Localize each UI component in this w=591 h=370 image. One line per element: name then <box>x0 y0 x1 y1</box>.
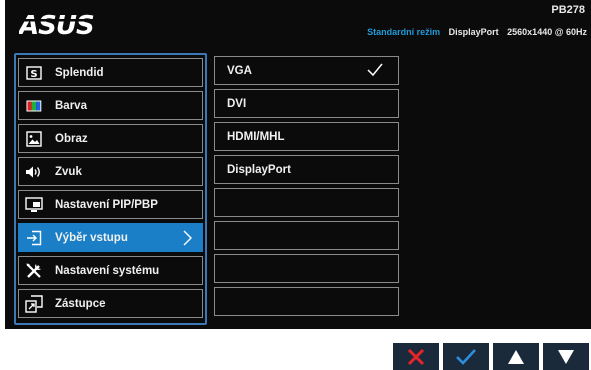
status-line: Standardní režim DisplayPort 2560x1440 @… <box>367 27 587 37</box>
menu-item-label: Výběr vstupu <box>55 231 128 244</box>
submenu-item-label: HDMI/MHL <box>227 130 285 143</box>
down-button[interactable] <box>543 343 589 370</box>
svg-text:ASUS: ASUS <box>19 11 94 38</box>
menu-item-pip[interactable]: Nastavení PIP/PBP <box>18 190 203 219</box>
submenu-item-hdmi[interactable]: HDMI/MHL <box>214 122 399 151</box>
down-arrow-icon <box>558 349 574 364</box>
status-input: DisplayPort <box>448 27 499 37</box>
submenu-item-vga[interactable]: VGA <box>214 56 399 85</box>
splendid-icon: S <box>25 64 43 82</box>
submenu-item-label: DVI <box>227 97 247 110</box>
check-icon <box>456 348 476 365</box>
image-icon <box>25 130 43 148</box>
up-arrow-icon <box>508 349 524 364</box>
menu-item-input-select[interactable]: Výběr vstupu <box>18 223 203 252</box>
submenu-item-empty <box>214 188 399 217</box>
menu-item-label: Nastavení systému <box>55 264 160 277</box>
model-label: PB278 <box>551 4 585 16</box>
submenu: VGA DVI HDMI/MHL DisplayPort <box>214 53 400 325</box>
speaker-icon <box>25 163 43 181</box>
close-button[interactable] <box>393 343 439 370</box>
confirm-button[interactable] <box>443 343 489 370</box>
main-menu: S Splendid Barva Obraz Zvuk Nastavení PI… <box>14 53 207 325</box>
menu-item-label: Obraz <box>55 132 88 145</box>
asus-logo: ASUS <box>19 11 99 38</box>
menu-item-obraz[interactable]: Obraz <box>18 124 203 153</box>
status-resolution: 2560x1440 @ 60Hz <box>507 27 587 37</box>
submenu-item-empty <box>214 254 399 283</box>
submenu-item-empty <box>214 287 399 316</box>
osd-button-bar <box>393 343 591 370</box>
input-select-icon <box>25 229 43 247</box>
chevron-right-icon <box>183 230 192 246</box>
menu-item-label: Barva <box>55 99 87 112</box>
up-button[interactable] <box>493 343 539 370</box>
svg-text:S: S <box>30 69 37 80</box>
checkmark-icon <box>367 63 383 77</box>
menu-item-system[interactable]: Nastavení systému <box>18 256 203 285</box>
submenu-item-empty <box>214 221 399 250</box>
menu-item-label: Zvuk <box>55 165 82 178</box>
tools-icon <box>25 262 43 280</box>
menu-item-shortcut[interactable]: Zástupce <box>18 289 203 318</box>
submenu-item-label: VGA <box>227 64 252 77</box>
submenu-item-dvi[interactable]: DVI <box>214 89 399 118</box>
close-icon <box>407 348 425 365</box>
menu-item-label: Splendid <box>55 66 104 79</box>
osd-panel: ASUS PB278 Standardní režim DisplayPort … <box>5 0 591 329</box>
shortcut-icon <box>25 294 43 313</box>
menu-item-splendid[interactable]: S Splendid <box>18 58 203 87</box>
menu-item-zvuk[interactable]: Zvuk <box>18 157 203 186</box>
submenu-item-label: DisplayPort <box>227 163 291 176</box>
pip-icon <box>25 196 43 214</box>
menu-item-label: Nastavení PIP/PBP <box>55 198 158 211</box>
menu-item-label: Zástupce <box>55 297 106 310</box>
color-icon <box>25 97 43 115</box>
menu-item-barva[interactable]: Barva <box>18 91 203 120</box>
status-mode: Standardní režim <box>367 27 441 37</box>
submenu-item-displayport[interactable]: DisplayPort <box>214 155 399 184</box>
